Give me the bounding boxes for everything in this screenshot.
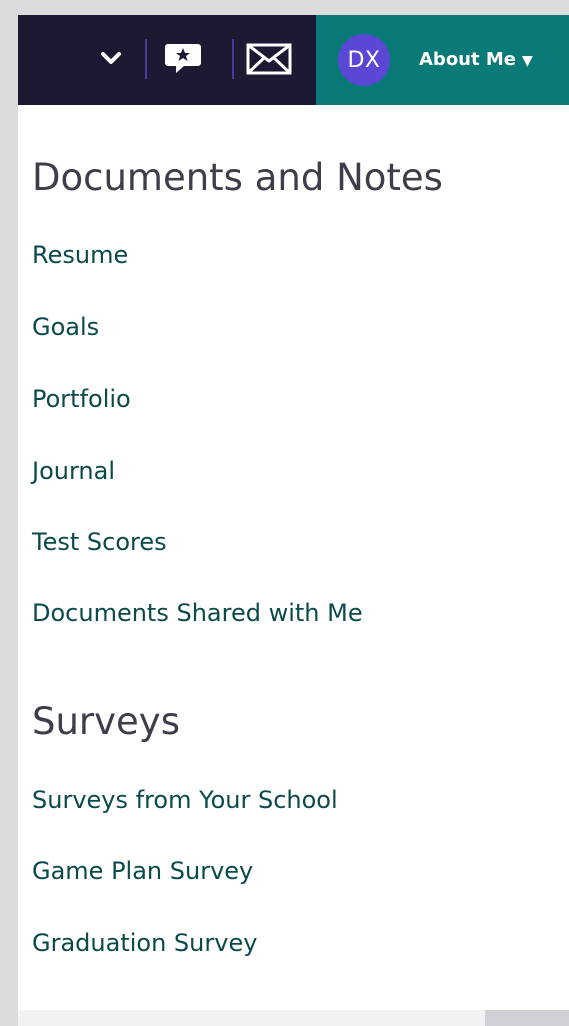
nav-right-section: DX About Me ▼: [316, 15, 569, 105]
caret-down-icon: ▼: [522, 52, 533, 69]
avatar-initials: DX: [347, 47, 381, 73]
about-me-label: About Me: [419, 48, 516, 70]
top-nav-bar: DX About Me ▼: [18, 15, 569, 105]
chevron-down-icon[interactable]: [100, 47, 122, 69]
dropdown-menu-panel: Documents and Notes Resume Goals Portfol…: [18, 105, 569, 1010]
menu-link-portfolio[interactable]: Portfolio: [32, 387, 131, 411]
menu-link-game-plan-survey[interactable]: Game Plan Survey: [32, 859, 253, 883]
nav-divider: [232, 39, 234, 79]
documents-section-title: Documents and Notes: [32, 156, 443, 199]
about-me-menu[interactable]: About Me ▼: [419, 45, 533, 73]
avatar[interactable]: DX: [338, 34, 390, 86]
mail-icon[interactable]: [246, 43, 292, 75]
menu-link-school-surveys[interactable]: Surveys from Your School: [32, 788, 338, 812]
menu-link-documents-shared[interactable]: Documents Shared with Me: [32, 601, 363, 625]
nav-left-section: [18, 15, 316, 105]
menu-link-journal[interactable]: Journal: [32, 459, 115, 483]
menu-link-graduation-survey[interactable]: Graduation Survey: [32, 931, 257, 955]
chat-star-icon[interactable]: [164, 41, 202, 75]
nav-divider: [145, 39, 147, 79]
menu-link-goals[interactable]: Goals: [32, 315, 99, 339]
page-background-strip: [485, 1010, 569, 1026]
menu-link-test-scores[interactable]: Test Scores: [32, 530, 167, 554]
page-background-strip: [18, 1010, 485, 1026]
menu-link-resume[interactable]: Resume: [32, 243, 128, 267]
surveys-section-title: Surveys: [32, 700, 180, 743]
